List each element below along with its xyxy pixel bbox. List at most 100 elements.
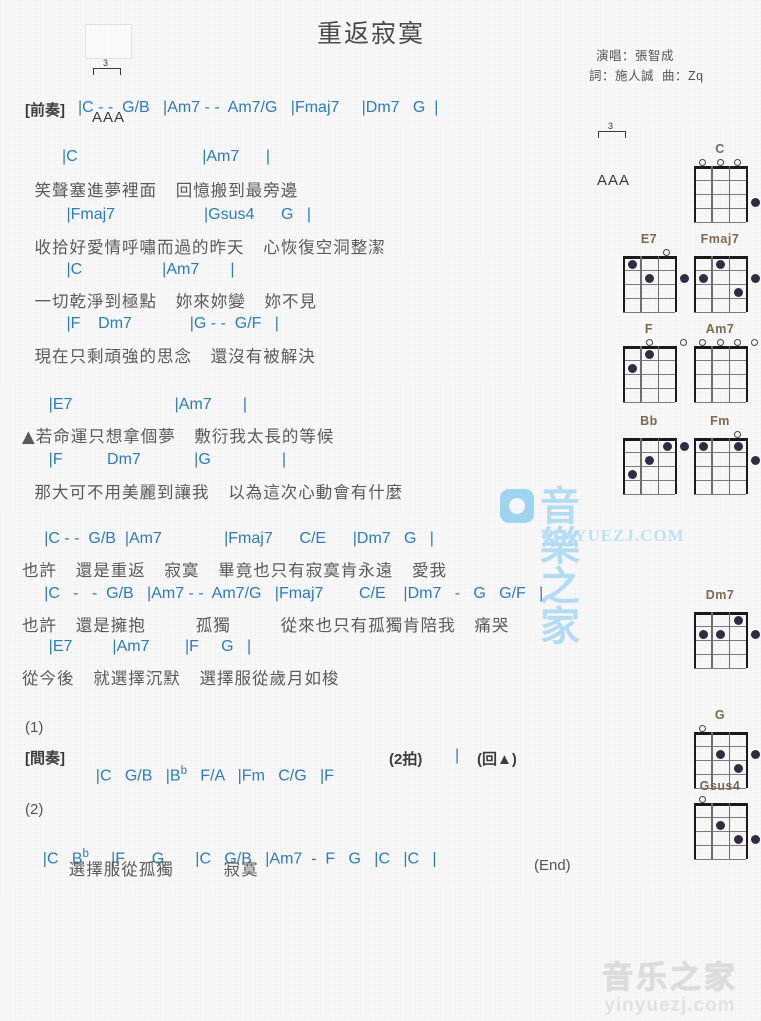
chord-diagram-label: C <box>715 142 725 156</box>
open-string-markers <box>689 157 751 166</box>
finger-dot <box>627 470 637 479</box>
verse1-line3-lyrics: 現在只剩頑強的思念 還沒有被解決 <box>22 347 316 366</box>
verse1-line2-chords: |C |Am7 | <box>22 261 235 278</box>
chorus-line2-lyrics: 從今後 就選擇沉默 選擇服從歲月如梭 <box>22 669 340 688</box>
ending1-number: (1) <box>25 719 44 736</box>
finger-dot <box>698 630 708 639</box>
ending2-end-note: (End) <box>534 857 571 874</box>
finger-dot <box>645 456 655 465</box>
open-string-circle-icon <box>680 339 688 346</box>
finger-dot <box>716 630 726 639</box>
open-string-markers <box>618 247 680 256</box>
chord-diagram-f: F <box>618 322 688 404</box>
open-string-circle-icon <box>751 339 759 346</box>
finger-dot <box>679 442 689 451</box>
chord-diagram-am7: Am7 <box>689 322 759 404</box>
verse1-line0-chords: |C |Am7 | <box>22 148 271 165</box>
verse1-line0-lyrics: 笑聲塞進夢裡面 回憶搬到最旁邊 <box>22 181 299 200</box>
chord-diagram-e7: E7 <box>618 232 689 314</box>
open-string-markers <box>618 429 680 438</box>
open-string-markers <box>689 794 751 803</box>
chord-diagram-label: Dm7 <box>705 588 735 602</box>
triplet-number: 3 <box>103 58 109 68</box>
finger-dot <box>679 274 689 283</box>
fretboard-grid <box>623 438 689 496</box>
verse1-line1-lyrics: 收拾好愛情呼嘯而過的昨天 心恢復空洞整潔 <box>22 238 386 257</box>
finger-dot <box>733 616 743 625</box>
finger-dot <box>698 442 708 451</box>
chord-diagram-gsus4: Gsus4 <box>689 779 760 861</box>
chord-diagram-dm7: Dm7 <box>689 588 760 670</box>
fretboard-grid <box>694 256 760 314</box>
chord-diagram-c: C <box>689 142 760 224</box>
open-string-circle-icon <box>716 339 724 346</box>
finger-dot <box>716 750 726 759</box>
finger-dot <box>733 835 743 844</box>
finger-dot <box>698 274 708 283</box>
finger-dot <box>750 198 760 207</box>
open-string-circle-icon <box>733 159 741 166</box>
finger-dot <box>733 442 743 451</box>
open-string-circle-icon <box>716 159 724 166</box>
finger-dot <box>750 274 760 283</box>
open-string-circle-icon <box>699 725 707 732</box>
open-string-markers <box>618 337 688 346</box>
singer-credit: 演唱：張智成 <box>596 49 675 63</box>
chord-diagram-fm: Fm <box>689 414 760 496</box>
strum-pattern-top: 3 AAA <box>85 24 132 126</box>
chorus-line0-lyrics: 也許 還是重返 寂寞 畢竟也只有寂寞肯永遠 愛我 <box>22 561 447 580</box>
open-string-markers <box>689 337 759 346</box>
chord-diagram-fmaj7: Fmaj7 <box>689 232 760 314</box>
verse1-line2-lyrics: 一切乾淨到極點 妳來妳變 妳不見 <box>22 292 317 311</box>
finger-dot <box>627 260 637 269</box>
fretboard-grid <box>694 346 748 404</box>
ending1-beat-note: (2拍) <box>389 751 423 768</box>
verse2-line1-lyrics: 那大可不用美麗到讓我 以為這次心動會有什麼 <box>22 483 404 502</box>
chord-diagram-label: Fm <box>710 414 730 428</box>
finger-dot <box>716 821 726 830</box>
finger-dot <box>750 835 760 844</box>
open-string-markers <box>689 247 751 256</box>
triplet-bracket: 3 <box>86 58 131 75</box>
open-string-circle-icon <box>645 339 653 346</box>
ending2-number: (2) <box>25 801 44 818</box>
verse1-line3-chords: |F Dm7 |G - - G/F | <box>22 315 279 332</box>
chorus-line1-lyrics: 也許 還是擁抱 孤獨 從來也只有孤獨肯陪我 痛哭 <box>22 616 510 635</box>
open-string-markers <box>689 429 751 438</box>
intro-chords: |C - - G/B |Am7 - - Am7/G |Fmaj7 |Dm7 G … <box>78 99 439 116</box>
verse2-line1-chords: |F Dm7 |G | <box>22 451 287 468</box>
section-label-intro: [前奏] <box>25 102 65 119</box>
ending1-chords-before: |C G/B |Bb F/A |Fm C/G |F <box>78 747 334 803</box>
section-label-interlude: [間奏] <box>25 750 65 767</box>
fretboard-grid <box>694 612 760 670</box>
finger-dot <box>733 764 743 773</box>
chord-diagram-label: Am7 <box>705 322 735 336</box>
page-title: 重返寂寞 <box>317 19 426 48</box>
finger-dot <box>750 750 760 759</box>
chord-diagram-label: F <box>644 322 654 336</box>
verse2-line0-lyrics: ▲若命運只想拿個夢 敷衍我太長的等候 <box>22 427 335 446</box>
fretboard-grid <box>694 803 760 861</box>
finger-dot <box>750 456 760 465</box>
open-string-circle-icon <box>662 249 670 256</box>
lyricist-composer-credit: 詞：施人誠 曲：Zq <box>589 69 704 83</box>
chorus-line1-chords: |C - - G/B |Am7 - - Am7/G |Fmaj7 C/E |Dm… <box>22 585 544 602</box>
open-string-circle-icon <box>733 339 741 346</box>
open-string-markers <box>689 723 751 732</box>
strum-pattern-intro: 3 AAA <box>591 88 636 189</box>
finger-dot <box>750 630 760 639</box>
chord-diagram-label: E7 <box>640 232 658 246</box>
fretboard-grid <box>694 438 760 496</box>
chord-diagram-label: Bb <box>640 414 658 428</box>
finger-dot <box>645 350 655 359</box>
ending2-lyrics: 選擇服從孤獨 寂寞 <box>25 860 259 879</box>
chord-diagram-label: Gsus4 <box>699 779 741 793</box>
finger-dot <box>716 260 726 269</box>
ending1-tail-bar: | <box>455 747 460 764</box>
fretboard-grid <box>623 256 689 314</box>
ending1-chords-a: |C G/B |B <box>95 767 181 785</box>
finger-dot <box>733 288 743 297</box>
chord-diagram-g: G <box>689 708 760 790</box>
verse2-line0-chords: |E7 |Am7 | <box>22 396 247 413</box>
finger-dot <box>645 274 655 283</box>
